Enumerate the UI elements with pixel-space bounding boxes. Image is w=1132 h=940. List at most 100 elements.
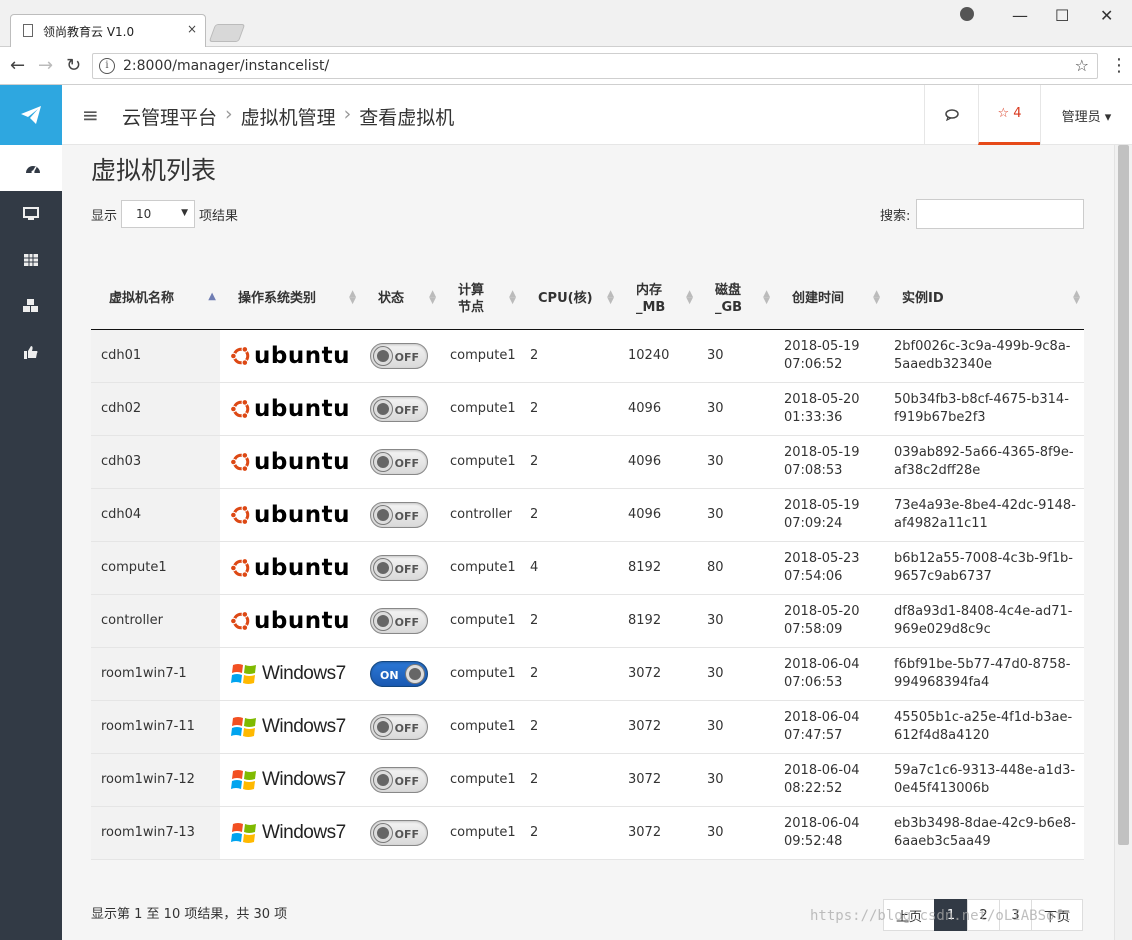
tab-title: 领尚教育云 V1.0: [43, 25, 135, 39]
table-info: 显示第 1 至 10 项结果，共 30 项: [91, 907, 288, 922]
power-toggle[interactable]: OFF: [370, 342, 428, 369]
new-tab-button[interactable]: [208, 24, 246, 42]
power-toggle[interactable]: OFF: [370, 819, 428, 846]
cell-instance-id: 59a7c1c6-9313-448e-a1d3- 0e45f413006b: [894, 762, 1076, 796]
table-row[interactable]: cdh04 ubuntu OFF controller 2 4096 30 20…: [91, 488, 1084, 541]
cell-name[interactable]: cdh01: [91, 329, 220, 382]
column-header[interactable]: 状态 ▲ ▼: [360, 269, 440, 330]
table-row[interactable]: room1win7-1 Windows7 ON compute1 2 3072 …: [91, 647, 1084, 700]
cell-name[interactable]: room1win7-12: [91, 753, 220, 806]
toggle-label: OFF: [394, 509, 419, 523]
toggle-knob: [374, 717, 392, 736]
ubuntu-logo: ubuntu: [220, 441, 350, 482]
forward-button[interactable]: →: [38, 55, 53, 76]
column-header[interactable]: 虚拟机名称 ▲: [91, 269, 220, 330]
table-row[interactable]: controller ubuntu OFF compute1 2 8192 30…: [91, 594, 1084, 647]
tab-close-icon[interactable]: ×: [187, 22, 197, 36]
instance-table: 虚拟机名称 ▲ 操作系统类别 ▲ ▼ 状态 ▲ ▼ 计算 节点 ▲ ▼ CPU(核) ▲ ▼ 内存…: [91, 269, 1084, 860]
messages-button[interactable]: [924, 85, 978, 145]
cell-disk: 30: [707, 453, 724, 469]
column-header[interactable]: 操作系统类别 ▲ ▼: [220, 269, 360, 330]
account-icon[interactable]: [960, 7, 974, 21]
cell-instance-id: f6bf91be-5b77-47d0-8758- 994968394fa4: [894, 656, 1071, 690]
close-window-button[interactable]: ✕: [1100, 6, 1113, 25]
power-toggle[interactable]: OFF: [370, 554, 428, 581]
bookmark-star-icon[interactable]: ☆: [1075, 56, 1089, 75]
url-text[interactable]: 2:8000/manager/instancelist/: [123, 58, 329, 74]
column-header-label: 计算 节点: [458, 282, 485, 315]
cell-disk: 30: [707, 400, 724, 416]
breadcrumb: 云管理平台 › 虚拟机管理 › 查看虚拟机: [122, 103, 454, 130]
admin-menu[interactable]: 管理员 ▾: [1040, 85, 1132, 145]
toggle-label: OFF: [394, 350, 419, 364]
column-header[interactable]: 磁盘 _GB ▲ ▼: [697, 269, 774, 330]
cell-memory: 8192: [628, 559, 662, 575]
power-toggle[interactable]: ON: [370, 660, 428, 687]
cell-name[interactable]: room1win7-1: [91, 647, 220, 700]
cell-name[interactable]: controller: [91, 594, 220, 647]
breadcrumb-separator: ›: [225, 103, 233, 125]
table-row[interactable]: cdh03 ubuntu OFF compute1 2 4096 30 2018…: [91, 435, 1084, 488]
cell-name[interactable]: compute1: [91, 541, 220, 594]
main-content: 虚拟机列表 显示 10 ▼ 项结果 搜索: 虚拟机名称 ▲ 操作系统类别 ▲ ▼ 状态…: [62, 145, 1114, 940]
table-row[interactable]: cdh01 ubuntu OFF compute1 2 10240 30 201…: [91, 329, 1084, 382]
column-header[interactable]: 计算 节点 ▲ ▼: [440, 269, 520, 330]
breadcrumb-item[interactable]: 虚拟机管理: [241, 103, 336, 130]
menu-toggle-icon[interactable]: ≡: [82, 103, 99, 127]
minimize-button[interactable]: —: [1012, 6, 1028, 25]
table-row[interactable]: room1win7-12 Windows7 OFF compute1 2 307…: [91, 753, 1084, 806]
page-scrollbar[interactable]: [1114, 145, 1132, 940]
table-row[interactable]: compute1 ubuntu OFF compute1 4 8192 80 2…: [91, 541, 1084, 594]
sidebar-item-dashboard[interactable]: [0, 145, 62, 191]
column-header[interactable]: 实例ID ▲ ▼: [884, 269, 1084, 330]
windows7-logo: Windows7: [220, 759, 350, 800]
sidebar-item-resources[interactable]: [0, 283, 62, 329]
column-header[interactable]: CPU(核) ▲ ▼: [520, 269, 618, 330]
cell-name[interactable]: cdh02: [91, 382, 220, 435]
url-input[interactable]: i 2:8000/manager/instancelist/ ☆: [92, 53, 1098, 79]
maximize-button[interactable]: ☐: [1055, 6, 1069, 25]
cell-name[interactable]: cdh04: [91, 488, 220, 541]
cell-disk: 30: [707, 612, 724, 628]
browser-tab[interactable]: 领尚教育云 V1.0 ×: [10, 14, 206, 48]
scrollbar-thumb[interactable]: [1118, 145, 1129, 845]
power-toggle[interactable]: OFF: [370, 501, 428, 528]
cell-state: OFF: [360, 329, 440, 382]
column-header[interactable]: 创建时间 ▲ ▼: [774, 269, 884, 330]
cell-name[interactable]: room1win7-13: [91, 806, 220, 859]
sidebar-item-table[interactable]: [0, 237, 62, 283]
sidebar-item-feedback[interactable]: [0, 329, 62, 375]
toggle-knob: [374, 505, 392, 524]
browser-menu-icon[interactable]: ⋮: [1110, 55, 1128, 76]
toggle-knob: [374, 452, 392, 471]
brand-logo[interactable]: [0, 85, 62, 145]
power-toggle[interactable]: OFF: [370, 713, 428, 740]
power-toggle[interactable]: OFF: [370, 448, 428, 475]
cell-memory: 3072: [628, 824, 662, 840]
cell-memory: 3072: [628, 771, 662, 787]
cell-instance-id: 2bf0026c-3c9a-499b-9c8a- 5aaedb32340e: [894, 338, 1071, 372]
breadcrumb-item[interactable]: 云管理平台: [122, 103, 217, 130]
power-toggle[interactable]: OFF: [370, 766, 428, 793]
table-row[interactable]: room1win7-13 Windows7 OFF compute1 2 307…: [91, 806, 1084, 859]
back-button[interactable]: ←: [10, 55, 25, 76]
search-input[interactable]: [916, 199, 1085, 229]
power-toggle[interactable]: OFF: [370, 607, 428, 634]
reload-button[interactable]: ↻: [66, 55, 81, 76]
table-row[interactable]: room1win7-11 Windows7 OFF compute1 2 307…: [91, 700, 1084, 753]
page-length-select[interactable]: 10 ▼: [121, 200, 196, 228]
page-title: 虚拟机列表: [91, 156, 217, 185]
favorites-button[interactable]: ☆ 4: [978, 85, 1040, 145]
column-header[interactable]: 内存 _MB ▲ ▼: [618, 269, 697, 330]
cell-name[interactable]: cdh03: [91, 435, 220, 488]
toggle-knob: [374, 611, 392, 630]
cell-name[interactable]: room1win7-11: [91, 700, 220, 753]
table-row[interactable]: cdh02 ubuntu OFF compute1 2 4096 30 2018…: [91, 382, 1084, 435]
watermark-text: https://blog.csdn.net/oLIABSoft: [810, 908, 1072, 924]
cell-cpu: 2: [530, 453, 539, 469]
power-toggle[interactable]: OFF: [370, 395, 428, 422]
cell-created: 2018-05-20 01:33:36: [784, 391, 860, 425]
sidebar-item-instances[interactable]: [0, 191, 62, 237]
column-header-label: 创建时间: [792, 291, 845, 307]
site-info-icon[interactable]: i: [99, 58, 115, 74]
